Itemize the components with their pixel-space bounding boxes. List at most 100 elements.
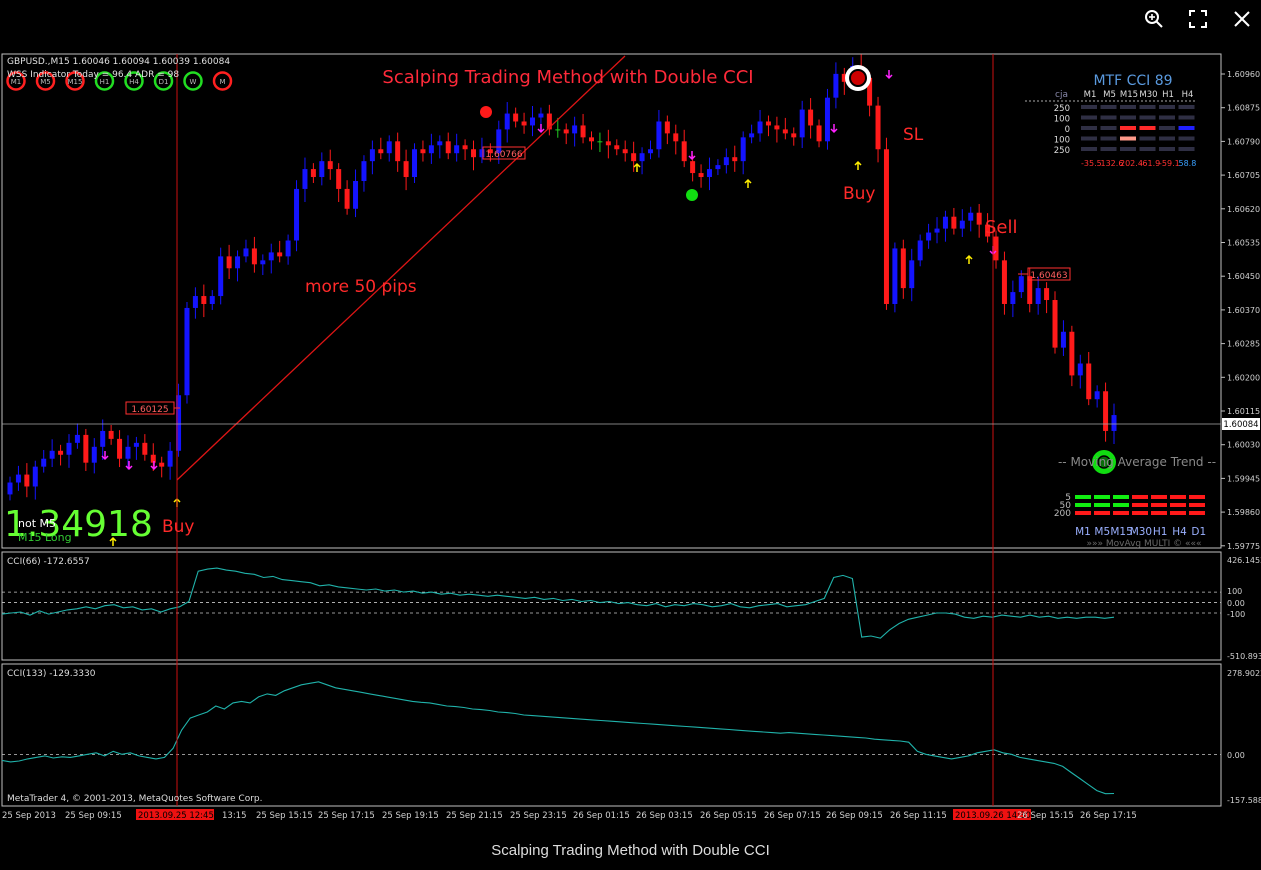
candle-body [353, 180, 359, 209]
mtf-level: 0 [1065, 125, 1070, 135]
time-tick-label: 26 Sep 17:15 [1080, 811, 1137, 821]
candle-body [403, 161, 409, 178]
mtf-cell [1100, 126, 1117, 130]
candle-body [757, 121, 763, 134]
ma-timeframe: H4 [1172, 526, 1187, 538]
candle-body [327, 161, 333, 170]
candle-body [530, 117, 536, 126]
candle-body [597, 141, 603, 143]
candle-body [647, 149, 653, 154]
candle-body [1044, 288, 1050, 301]
cci-tick-label: 278.9022 [1227, 669, 1261, 678]
candle-body [91, 446, 97, 463]
ma-state-cell [1075, 511, 1091, 515]
sell-label: Sell [985, 217, 1018, 238]
candle-body [732, 157, 738, 162]
close-icon[interactable] [1228, 8, 1256, 36]
time-tick-label: 25 Sep 2013 [2, 811, 56, 821]
mtf-cell [1100, 147, 1117, 151]
candle-body [7, 482, 13, 495]
cci-tick-label: 426.1452 [1227, 556, 1261, 565]
ma-state-cell [1189, 511, 1205, 515]
candle-body [1001, 260, 1007, 304]
price-tick-label: 1.60115 [1227, 407, 1260, 416]
buy-label-1: Buy [162, 517, 195, 537]
time-tick-label: 13:15 [222, 811, 247, 821]
more-pips-label: more 50 pips [305, 277, 417, 297]
cci133-title: CCI(133) -129.3330 [7, 669, 96, 679]
time-tick-label: 25 Sep 23:15 [510, 811, 567, 821]
ma-state-cell [1151, 511, 1167, 515]
mtf-cell [1139, 115, 1156, 120]
mt4-chart[interactable]: 426.1452 100 0.00 -100 -510.893 278.9022 0.00… [0, 0, 1261, 866]
price-tick-label: 1.60370 [1227, 306, 1260, 315]
candle-body [926, 232, 932, 241]
candle-body [378, 149, 384, 154]
candle-body [934, 228, 940, 233]
candle-body [226, 256, 232, 269]
ma-state-cell [1113, 495, 1129, 499]
ma-state-cell [1132, 495, 1148, 499]
candle-body [412, 149, 418, 178]
zoom-in-icon[interactable] [1140, 8, 1168, 36]
candle-body [294, 188, 300, 241]
mtf-title: MTF CCI 89 [1093, 73, 1172, 89]
candle-body [100, 430, 106, 447]
mtf-cell [1081, 126, 1097, 130]
mtf-timeframe: H1 [1162, 90, 1174, 100]
candle-body [993, 236, 999, 261]
copyright: MetaTrader 4, © 2001-2013, MetaQuotes So… [7, 794, 263, 804]
candle-body [580, 125, 586, 138]
cci-tick-label: -510.893 [1227, 652, 1261, 661]
price-tick-label: 1.60030 [1227, 441, 1260, 450]
cci-tick-label: -157.588 [1227, 796, 1261, 805]
current-price-text: 1.60084 [1223, 420, 1258, 430]
mtf-timeframe: M15 [1120, 90, 1138, 100]
time-tick-label: 26 Sep 03:15 [636, 811, 693, 821]
candle-body [159, 462, 165, 467]
ma-state-cell [1075, 503, 1091, 507]
candle-body [605, 141, 611, 146]
signal-circle-label: M [219, 78, 225, 86]
mtf-row-label: cja [1055, 90, 1068, 100]
candle-body [563, 129, 569, 134]
candle-body [1018, 276, 1024, 293]
candle-body [968, 212, 974, 221]
candle-body [125, 446, 131, 459]
candle-body [319, 161, 325, 178]
candle-body [15, 474, 21, 483]
signal-circle-label: W [190, 78, 197, 86]
mtf-cell [1120, 126, 1136, 130]
candle-body [420, 149, 426, 154]
mtf-cell [1159, 115, 1175, 120]
price-tick-label: 1.60620 [1227, 205, 1260, 214]
mtf-cell [1178, 115, 1195, 120]
mtf-value: -59.1 [1159, 159, 1180, 168]
candle-body [218, 256, 224, 297]
time-tick-label: 25 Sep 09:15 [65, 811, 122, 821]
candle-body [538, 113, 544, 118]
buy-label-2: Buy [843, 184, 876, 204]
ma-state-cell [1094, 511, 1110, 515]
candle-body [808, 109, 814, 126]
candle-body [142, 442, 148, 455]
ma-state-cell [1113, 503, 1129, 507]
cci133-panel [1, 663, 1222, 807]
candle-body [260, 260, 266, 265]
mtf-level: 250 [1054, 104, 1070, 114]
mtf-cell [1100, 115, 1117, 120]
candle-body [883, 149, 889, 304]
candle-body [749, 133, 755, 138]
fullscreen-icon[interactable] [1184, 8, 1212, 36]
ma-state-cell [1151, 495, 1167, 499]
red-signal-dot [480, 106, 492, 118]
sun-sell-marker [845, 65, 871, 91]
image-caption: Scalping Trading Method with Double CCI [491, 842, 770, 859]
price-box-3-text: 1.60463 [1030, 271, 1067, 281]
candle-body [690, 161, 696, 174]
candle-body [471, 149, 477, 158]
time-tick-label: 26 Sep 09:15 [826, 811, 883, 821]
candle-body [833, 73, 839, 98]
mtf-cell [1178, 136, 1195, 141]
chart-stage: 426.1452 100 0.00 -100 -510.893 278.9022 0.00… [0, 0, 1261, 866]
